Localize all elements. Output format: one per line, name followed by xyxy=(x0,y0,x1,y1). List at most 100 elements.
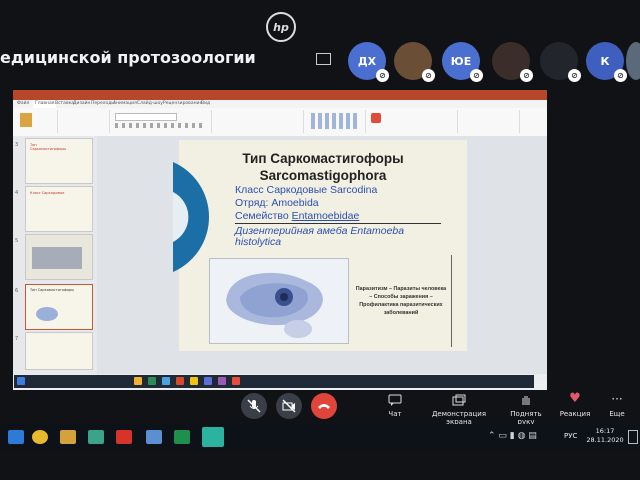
pin-window-icon[interactable] xyxy=(316,53,331,65)
explorer-icon[interactable] xyxy=(134,377,142,385)
slide-caption: Паразитизм – Паразиты человека – Способы… xyxy=(355,286,447,316)
drawing-group[interactable] xyxy=(305,110,366,133)
app-icon[interactable] xyxy=(148,377,156,385)
ribbon-tab[interactable]: Анимация xyxy=(113,100,137,108)
thumbnail-number: 5 xyxy=(15,238,19,244)
screen-share-icon xyxy=(452,394,466,406)
mic-off-icon: ⊘ xyxy=(614,69,627,82)
hand-icon xyxy=(522,396,530,405)
species-genus: Entamoeba xyxy=(350,225,405,237)
thumbnail-number: 7 xyxy=(15,336,19,342)
mic-off-icon: ⊘ xyxy=(470,69,483,82)
slide-title-line1: Тип Саркомастигофоры xyxy=(242,151,404,166)
ribbon-tab[interactable]: Переходы xyxy=(91,100,115,108)
participant-avatar[interactable]: ⊘ xyxy=(492,42,533,82)
camera-toggle[interactable] xyxy=(276,393,302,419)
app-icon[interactable] xyxy=(232,377,240,385)
clipboard-group[interactable] xyxy=(17,110,58,133)
participants-strip: ДХ ⊘ ⊘ ЮЕ ⊘ ⊘ ⊘ К ⊘ xyxy=(348,42,640,82)
phone-hangup-icon xyxy=(318,404,330,409)
mic-off-icon: ⊘ xyxy=(376,69,389,82)
microphone-toggle[interactable] xyxy=(241,393,267,419)
quick-styles-icon[interactable] xyxy=(371,113,381,123)
reaction-button[interactable]: ♥ Реакция xyxy=(558,391,592,419)
participant-avatar[interactable]: ⊘ xyxy=(394,42,435,82)
participant-avatar[interactable]: ⊘ xyxy=(540,42,581,82)
slide-divider xyxy=(451,255,452,347)
paragraph-group[interactable] xyxy=(213,110,304,133)
ribbon-tab[interactable]: Главная xyxy=(33,100,57,108)
ribbon-tab[interactable]: Дизайн xyxy=(73,100,90,108)
start-icon[interactable] xyxy=(17,377,25,385)
thumbnail-title: Тип Саркомастигофоры xyxy=(30,288,75,292)
ribbon-tab[interactable]: Вставка xyxy=(55,100,74,108)
app-icon[interactable] xyxy=(218,377,226,385)
arrange-group[interactable] xyxy=(367,110,458,133)
clock-time: 16:17 xyxy=(595,427,615,435)
slide-thumbnails-pane: 3 Тип Саркомастигофоры 4 Класс Саркодовы… xyxy=(13,136,97,374)
skype-icon[interactable] xyxy=(202,427,224,447)
ribbon-tabs: Файл Главная Вставка Дизайн Переходы Ани… xyxy=(13,100,547,108)
font-format-icons[interactable] xyxy=(115,123,205,128)
file-explorer-icon[interactable] xyxy=(60,430,76,444)
hang-up-button[interactable] xyxy=(311,393,337,419)
family-name: Entamoebidae xyxy=(291,210,360,222)
font-name-box[interactable] xyxy=(115,113,177,121)
amoeba-cell-image xyxy=(210,259,348,343)
excel-icon[interactable] xyxy=(174,430,190,444)
participant-avatar[interactable]: ЮЕ ⊘ xyxy=(442,42,483,82)
notification-icon[interactable] xyxy=(628,430,638,444)
thumbnail-number: 4 xyxy=(15,190,19,196)
participant-avatar[interactable] xyxy=(626,42,640,80)
editing-group[interactable] xyxy=(459,110,520,133)
ribbon-tab[interactable]: Вид xyxy=(201,100,210,108)
more-button[interactable]: ··· Еще xyxy=(602,392,632,418)
yandex-browser-icon[interactable] xyxy=(32,430,48,444)
family-label: Семейство xyxy=(235,210,292,222)
slide-thumbnail[interactable]: Тип Саркомастигофоры xyxy=(25,138,93,184)
shapes-gallery[interactable] xyxy=(311,113,359,129)
thumbnail-number: 6 xyxy=(15,288,19,294)
chat-label: Чат xyxy=(388,410,402,418)
slide-thumbnail[interactable] xyxy=(25,234,93,280)
slides-group[interactable] xyxy=(59,110,110,133)
ribbon-tab[interactable]: Файл xyxy=(17,100,29,108)
heart-icon: ♥ xyxy=(569,391,581,406)
slide-thumbnail-selected[interactable]: Тип Саркомастигофоры xyxy=(25,284,93,330)
ribbon-tab[interactable]: Слайд-шоу xyxy=(137,100,163,108)
screen-share-button[interactable]: Демонстрация экрана xyxy=(420,394,498,426)
avatar-initials: К xyxy=(600,54,610,68)
slide-family-line: Семейство Entamoebidae xyxy=(235,210,359,222)
mic-off-icon: ⊘ xyxy=(520,69,533,82)
windows-taskbar: ⌃ ▭ ▮ ◍ ▤ РУС xyxy=(0,424,640,450)
slide-title: Тип Саркомастигофоры Sarcomastigophora xyxy=(179,150,467,184)
system-tray-icons[interactable]: ⌃ ▭ ▮ ◍ ▤ xyxy=(488,431,537,441)
raise-hand-button[interactable]: Поднять руку xyxy=(503,394,549,426)
powerpoint-title-bar xyxy=(13,90,547,100)
chat-button[interactable]: Чат xyxy=(378,394,412,418)
shared-screen[interactable]: Файл Главная Вставка Дизайн Переходы Ани… xyxy=(13,90,547,390)
taskbar-clock[interactable]: 16:17 28.11.2020 xyxy=(584,427,626,445)
participant-avatar[interactable]: ДХ ⊘ xyxy=(348,42,389,82)
app-icon[interactable] xyxy=(88,430,104,444)
chat-icon xyxy=(388,394,402,406)
thumbnail-title: Класс Саркодовые xyxy=(30,191,65,195)
font-group[interactable] xyxy=(111,110,212,133)
powerpoint-icon[interactable] xyxy=(176,377,184,385)
thumbnail-image xyxy=(32,247,82,269)
participant-avatar[interactable]: К ⊘ xyxy=(586,42,627,82)
app-icon[interactable] xyxy=(162,377,170,385)
paste-icon[interactable] xyxy=(20,113,32,127)
slide-thumbnail[interactable]: Класс Саркодовые xyxy=(25,186,93,232)
slide-class-line: Класс Саркодовые Sarcodina xyxy=(235,184,378,196)
app-icon[interactable] xyxy=(190,377,198,385)
current-slide[interactable]: Тип Саркомастигофоры Sarcomastigophora К… xyxy=(173,140,467,351)
reaction-label: Реакция xyxy=(559,410,591,418)
app-icon[interactable] xyxy=(8,430,24,444)
ribbon-tab[interactable]: Рецензирование xyxy=(163,100,202,108)
yandex-icon[interactable] xyxy=(116,430,132,444)
app-icon[interactable] xyxy=(204,377,212,385)
language-indicator[interactable]: РУС xyxy=(564,432,577,440)
slide-thumbnail[interactable] xyxy=(25,332,93,370)
app-icon[interactable] xyxy=(146,430,162,444)
